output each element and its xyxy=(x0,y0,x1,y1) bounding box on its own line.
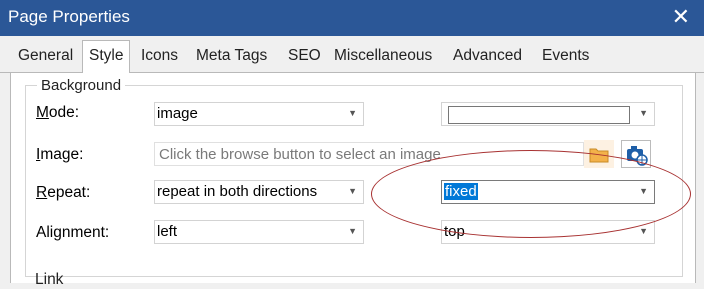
window-title: Page Properties xyxy=(8,7,130,26)
repeat-select[interactable]: repeat in both directions ▼ xyxy=(154,180,364,204)
chevron-down-icon: ▼ xyxy=(348,226,357,236)
next-group-legend: Link xyxy=(35,271,64,288)
browse-button[interactable] xyxy=(584,140,614,168)
camera-globe-icon xyxy=(627,146,648,166)
mode-value: image xyxy=(157,105,198,122)
chevron-down-icon: ▼ xyxy=(639,186,648,196)
title-bar: Page Properties ✕ xyxy=(0,0,704,36)
vertical-alignment-select[interactable]: top ▼ xyxy=(441,220,655,244)
chevron-down-icon: ▼ xyxy=(639,108,648,118)
folder-icon xyxy=(584,140,614,168)
attachment-select[interactable]: fixed ▼ xyxy=(441,180,655,204)
tab-meta-tags[interactable]: Meta Tags xyxy=(190,41,273,71)
attachment-value: fixed xyxy=(444,183,478,200)
close-icon[interactable]: ✕ xyxy=(672,4,690,30)
tab-events[interactable]: Events xyxy=(536,41,595,71)
alignment-label: Alignment: xyxy=(36,224,110,241)
mode-label: Mode: xyxy=(36,104,80,121)
repeat-label: Repeat: xyxy=(36,184,91,201)
color-swatch xyxy=(448,106,630,124)
tab-miscellaneous[interactable]: Miscellaneous xyxy=(328,41,438,71)
tab-style[interactable]: Style xyxy=(82,40,131,74)
image-placeholder: Click the browse button to select an ima… xyxy=(159,146,441,163)
image-path-input[interactable]: Click the browse button to select an ima… xyxy=(154,142,584,166)
tab-strip: General Style Icons Meta Tags SEO Miscel… xyxy=(0,36,704,74)
mode-select[interactable]: image ▼ xyxy=(154,102,364,126)
background-legend: Background xyxy=(37,77,126,94)
horizontal-alignment-select[interactable]: left ▼ xyxy=(154,220,364,244)
image-label: Image: xyxy=(36,146,84,163)
tab-seo[interactable]: SEO xyxy=(282,41,327,71)
chevron-down-icon: ▼ xyxy=(348,108,357,118)
color-select[interactable]: ▼ xyxy=(441,102,655,126)
tab-icons[interactable]: Icons xyxy=(135,41,184,71)
tab-advanced[interactable]: Advanced xyxy=(447,41,528,71)
repeat-value: repeat in both directions xyxy=(157,183,318,200)
tab-general[interactable]: General xyxy=(12,41,79,71)
web-image-button[interactable] xyxy=(621,140,651,168)
tab-content: Background Mode: image ▼ ▼ Image: Click … xyxy=(10,73,696,288)
chevron-down-icon: ▼ xyxy=(348,186,357,196)
horizontal-alignment-value: left xyxy=(157,223,178,240)
chevron-down-icon: ▼ xyxy=(639,226,648,236)
vertical-alignment-value: top xyxy=(444,223,465,240)
